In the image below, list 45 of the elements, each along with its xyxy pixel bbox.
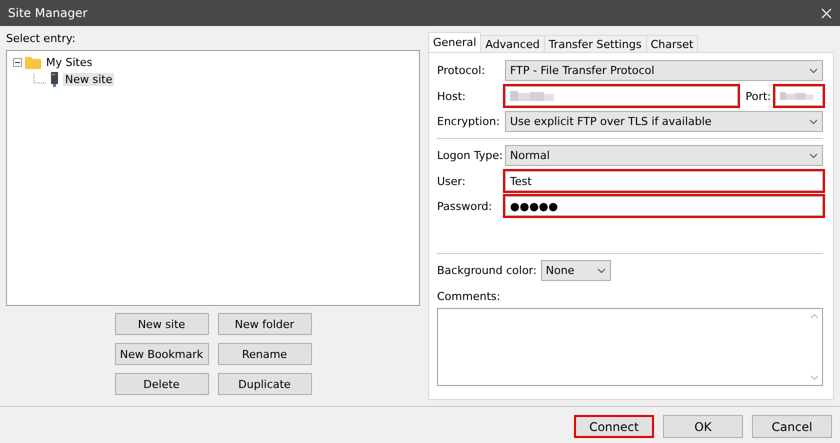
field-label: Background color:	[437, 264, 537, 277]
server-icon	[50, 72, 60, 87]
input-field[interactable]: Test	[505, 171, 823, 191]
field-label: User:	[437, 174, 467, 188]
field-label: Port:	[745, 90, 771, 102]
entry-button[interactable]: New folder	[218, 313, 312, 335]
dialog-button[interactable]: Connect	[574, 415, 654, 438]
folder-icon	[25, 56, 41, 69]
input-field[interactable]	[775, 86, 823, 106]
chevron-down-icon	[596, 268, 606, 274]
window-title: Site Manager	[8, 6, 88, 20]
field-label: Password:	[437, 200, 494, 212]
entry-button[interactable]: New Bookmark	[114, 343, 208, 365]
tree-connector	[33, 74, 47, 86]
chevron-down-icon	[809, 118, 818, 124]
field-label: Host:	[437, 90, 467, 102]
close-icon[interactable]	[821, 8, 832, 18]
logon-type-select[interactable]: Normal	[505, 145, 823, 166]
entry-button[interactable]: New site	[114, 313, 208, 335]
comments-field[interactable]	[437, 308, 823, 386]
select-entry-label: Select entry:	[6, 32, 76, 45]
input-field[interactable]	[505, 86, 738, 106]
field-label: Protocol:	[437, 64, 486, 77]
chevron-down-icon	[809, 68, 818, 74]
input-field[interactable]: ●●●●●	[505, 196, 823, 216]
field-label: Logon Type:	[437, 149, 501, 162]
entry-button[interactable]: Duplicate	[218, 373, 312, 395]
tab[interactable]: General	[428, 32, 482, 52]
scroll-down-icon[interactable]	[810, 375, 818, 381]
background-color-select[interactable]: None	[540, 260, 611, 281]
entry-button[interactable]: Rename	[218, 343, 312, 365]
protocol-select[interactable]: FTP - File Transfer Protocol	[505, 60, 823, 81]
dialog-button[interactable]: Cancel	[752, 415, 832, 438]
tree-item[interactable]: New site	[63, 73, 114, 86]
tab[interactable]: Transfer Settings	[544, 35, 647, 52]
scroll-up-icon[interactable]	[810, 313, 818, 319]
comments-label: Comments:	[437, 290, 502, 303]
chevron-down-icon	[809, 152, 818, 158]
encryption-select[interactable]: Use explicit FTP over TLS if available	[505, 111, 823, 132]
field-label: Encryption:	[437, 115, 501, 128]
tab[interactable]: Charset	[646, 35, 698, 52]
collapse-icon[interactable]	[13, 58, 22, 67]
dialog-button[interactable]: OK	[663, 415, 743, 438]
tree-item[interactable]: My Sites	[44, 56, 94, 69]
entry-button[interactable]: Delete	[114, 373, 208, 395]
